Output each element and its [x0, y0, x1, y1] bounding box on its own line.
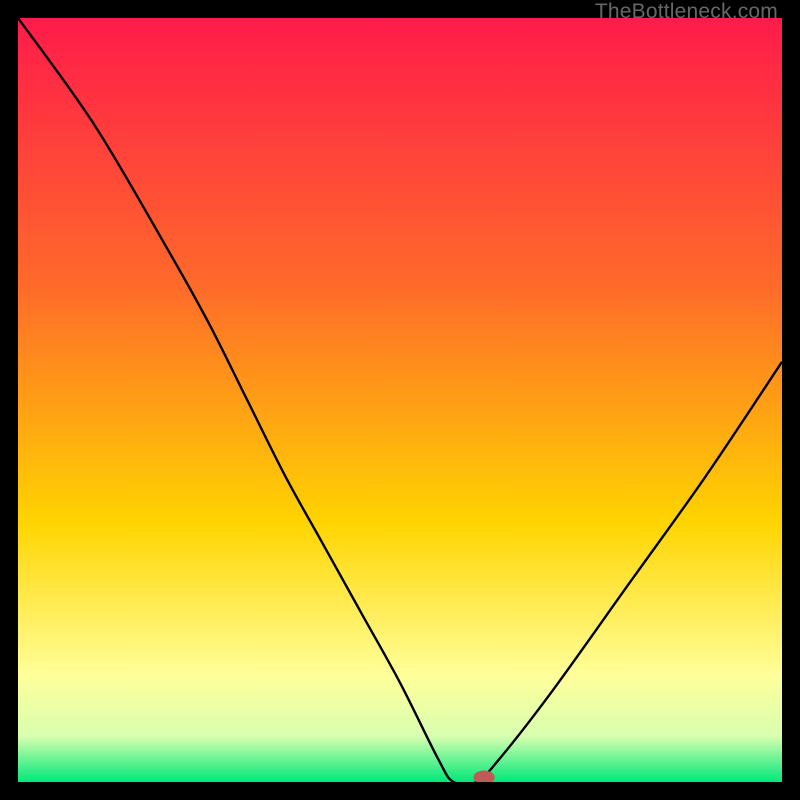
bottleneck-chart [18, 18, 782, 782]
gradient-background [18, 18, 782, 782]
chart-frame: TheBottleneck.com [0, 0, 800, 800]
